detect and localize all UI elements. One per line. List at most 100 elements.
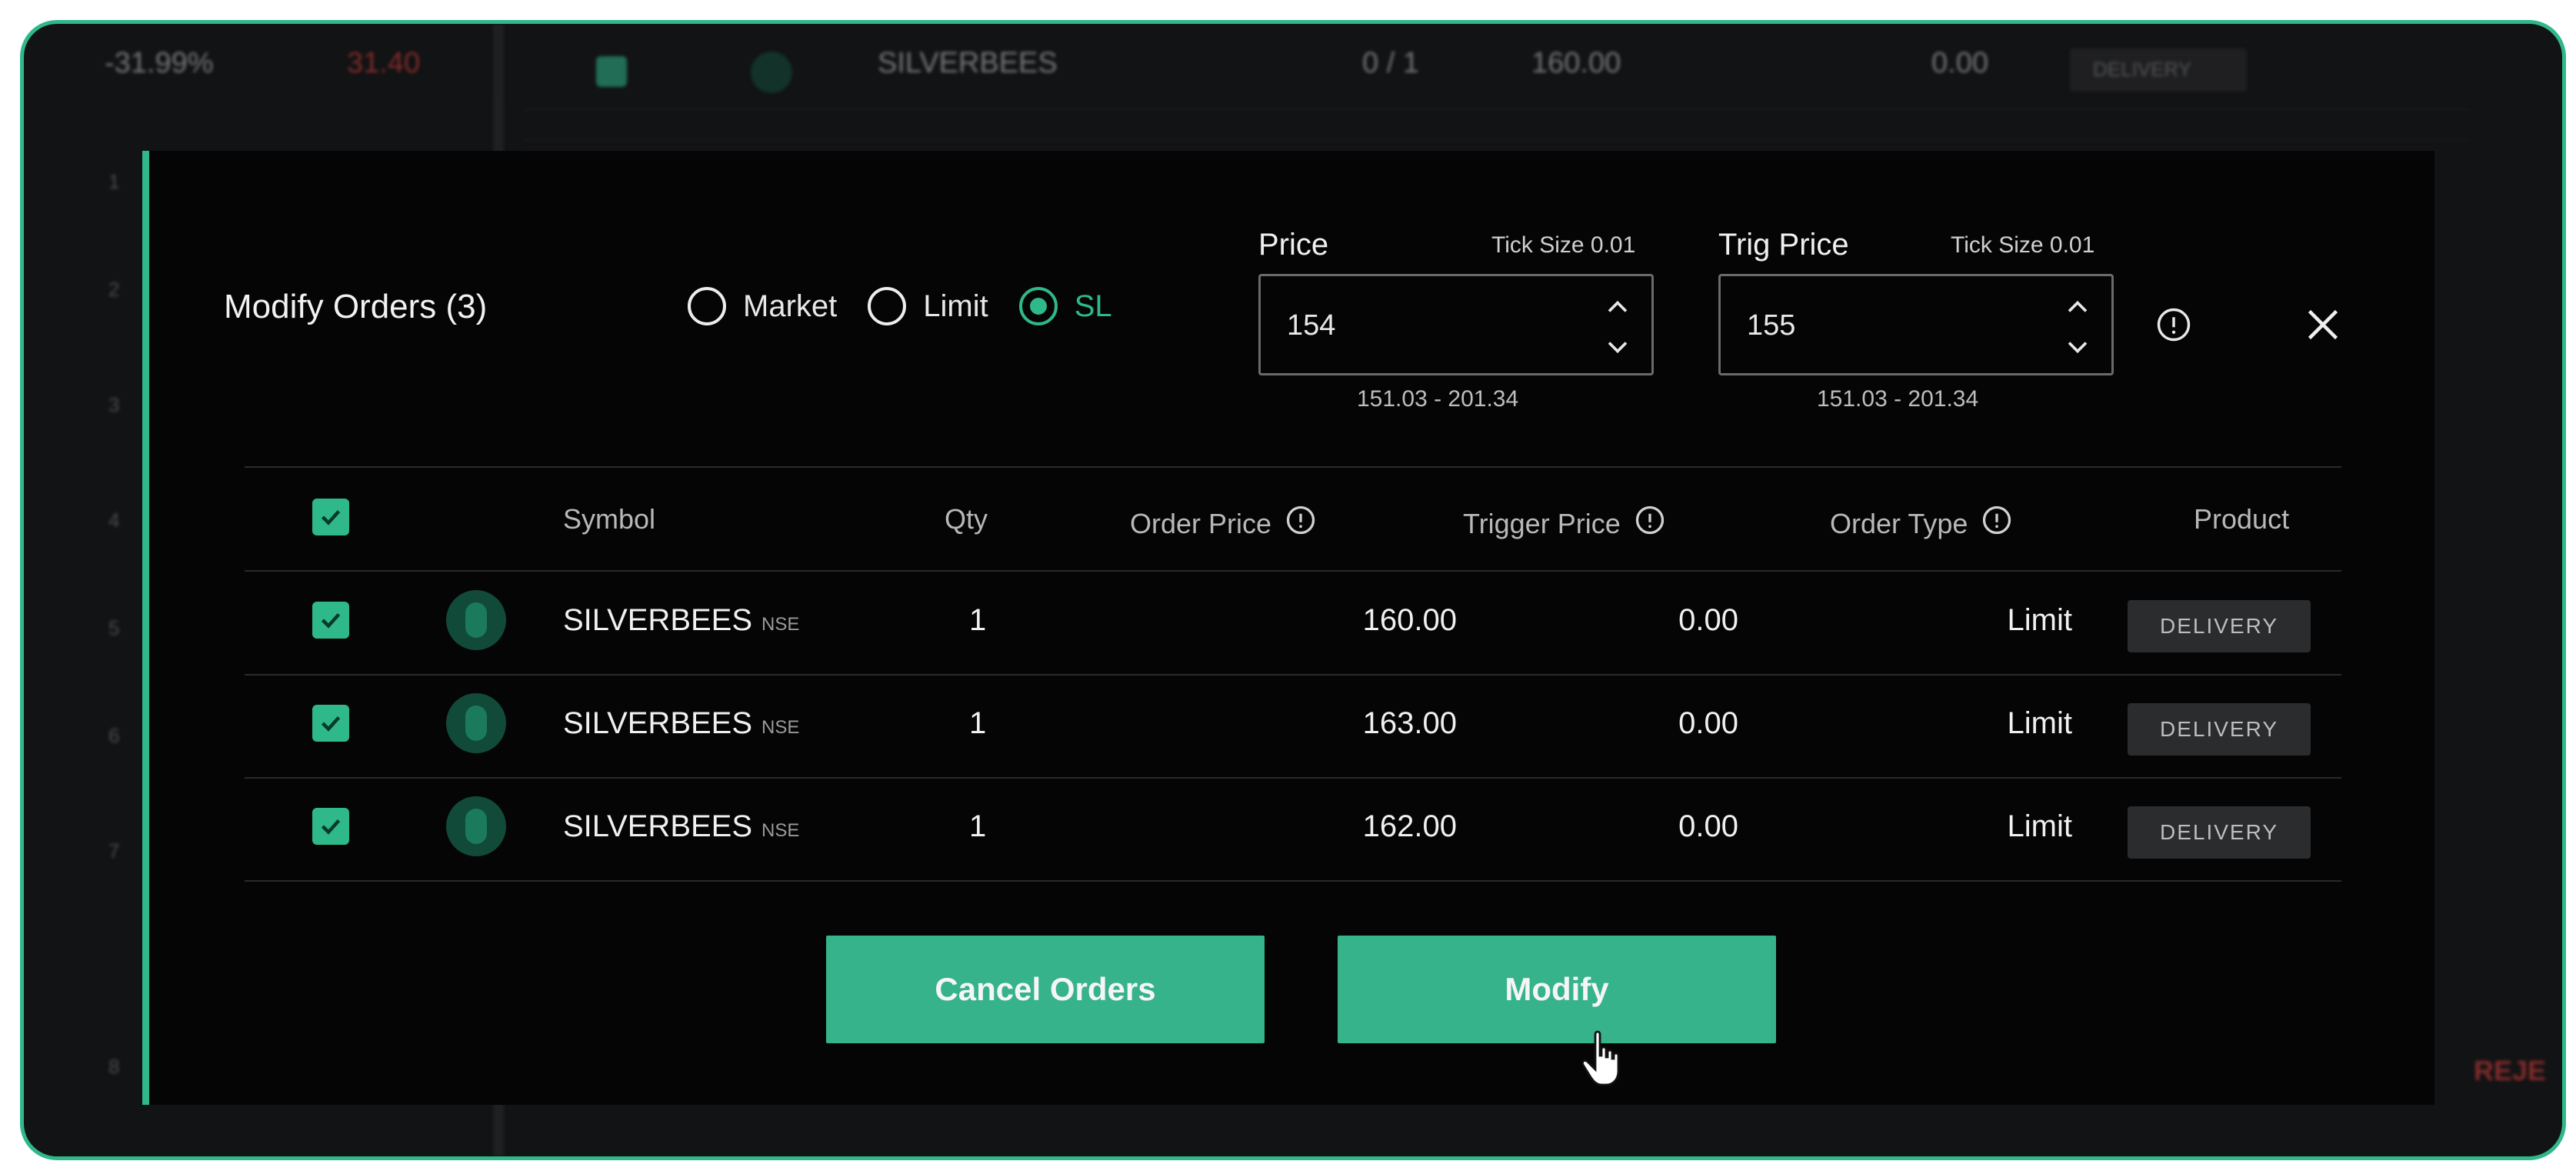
table-row-divider (245, 674, 2341, 676)
background-row: -31.99% 31.40 SILVERBEES 0 / 1 160.00 0.… (24, 41, 2562, 93)
modify-orders-modal: Modify Orders (3) Market Limit SL Price … (142, 151, 2434, 1105)
header-order-type-label: Order Type (1830, 507, 1968, 539)
background-tick: 6 (108, 724, 120, 747)
row-symbol: SILVERBEES NSE (563, 603, 799, 638)
price-label: Price (1258, 228, 1329, 262)
info-icon[interactable] (1980, 503, 2014, 544)
radio-market-label[interactable]: Market (743, 289, 837, 324)
cancel-orders-button[interactable]: Cancel Orders (826, 936, 1265, 1043)
radio-limit-label[interactable]: Limit (923, 289, 988, 324)
radio-sl-label[interactable]: SL (1075, 289, 1112, 324)
order-type-radio-group: Market Limit SL (688, 283, 1143, 329)
row-trigger-price: 0.00 (1678, 603, 1738, 637)
exchange-badge-icon (446, 590, 506, 650)
price-input[interactable] (1287, 304, 1564, 347)
modal-title: Modify Orders (3) (224, 288, 488, 325)
price-input-box (1258, 274, 1654, 375)
row-checkbox[interactable] (312, 602, 349, 639)
table-top-divider (245, 466, 2341, 468)
close-icon[interactable] (2300, 302, 2346, 348)
row-symbol: SILVERBEES NSE (563, 809, 799, 844)
row-product-button[interactable]: DELIVERY (2128, 806, 2311, 859)
background-tick: 3 (108, 393, 120, 416)
modify-button[interactable]: Modify (1338, 936, 1776, 1043)
background-tick: 5 (108, 616, 120, 639)
background-checkbox (596, 56, 627, 87)
row-order-price: 163.00 (1362, 706, 1457, 740)
background-symbol: SILVERBEES (878, 47, 1058, 79)
app-frame: -31.99% 31.40 SILVERBEES 0 / 1 160.00 0.… (20, 20, 2566, 1160)
background-status-text: REJE (2474, 1055, 2547, 1086)
exchange-badge-icon (446, 693, 506, 753)
radio-market[interactable] (688, 287, 726, 325)
header-trigger-price-label: Trigger Price (1463, 507, 1621, 539)
header-order-price: Order Price (1130, 503, 1318, 544)
row-trigger-price: 0.00 (1678, 706, 1738, 740)
row-symbol-name: SILVERBEES (563, 809, 753, 843)
price-tick-hint: Tick Size 0.01 (1491, 232, 1636, 258)
exchange-badge-icon (446, 796, 506, 856)
row-checkbox[interactable] (312, 705, 349, 742)
row-symbol-name: SILVERBEES (563, 603, 753, 637)
background-qty: 0 / 1 (1362, 47, 1419, 79)
background-tick: 4 (108, 509, 120, 532)
radio-limit[interactable] (868, 287, 907, 325)
header-order-price-label: Order Price (1130, 507, 1272, 539)
background-row-divider (524, 139, 2470, 141)
background-red-value: 31.40 (347, 47, 421, 79)
header-product: Product (2194, 503, 2290, 535)
trig-price-input[interactable] (1747, 304, 2024, 347)
row-order-type: Limit (2007, 603, 2072, 637)
row-trigger-price: 0.00 (1678, 809, 1738, 843)
price-range: 151.03 - 201.34 (1357, 386, 1519, 412)
background-tick: 1 (108, 170, 120, 193)
header-symbol: Symbol (563, 503, 656, 535)
row-symbol-exchange: NSE (761, 614, 800, 635)
trig-price-range: 151.03 - 201.34 (1817, 386, 1979, 412)
background-trigger: 0.00 (1931, 47, 1988, 79)
background-exchange-badge (751, 52, 792, 93)
background-tick: 7 (108, 839, 120, 862)
hand-cursor-icon (1578, 1028, 1628, 1089)
row-symbol-name: SILVERBEES (563, 706, 753, 740)
select-all-checkbox[interactable] (312, 499, 349, 535)
trig-price-input-box (1718, 274, 2114, 375)
info-icon[interactable] (1633, 503, 1667, 544)
chevron-up-icon[interactable] (1601, 290, 1635, 324)
row-symbol: SILVERBEES NSE (563, 706, 799, 741)
trig-price-label: Trig Price (1718, 228, 1849, 262)
row-order-price: 162.00 (1362, 809, 1457, 843)
chevron-down-icon[interactable] (2061, 330, 2094, 364)
header-order-type: Order Type (1830, 503, 2014, 544)
header-trigger-price: Trigger Price (1463, 503, 1667, 544)
row-order-type: Limit (2007, 706, 2072, 740)
row-product-button[interactable]: DELIVERY (2128, 600, 2311, 652)
row-symbol-exchange: NSE (761, 820, 800, 841)
info-icon[interactable] (1284, 503, 1318, 544)
chevron-down-icon[interactable] (1601, 330, 1635, 364)
row-qty: 1 (969, 603, 987, 637)
price-stepper (1601, 290, 1635, 364)
info-icon[interactable] (2154, 305, 2194, 345)
row-order-type: Limit (2007, 809, 2072, 843)
background-tick: 8 (108, 1055, 120, 1078)
table-row-divider (245, 777, 2341, 779)
background-price: 160.00 (1531, 47, 1621, 79)
row-symbol-exchange: NSE (761, 717, 800, 738)
trig-price-tick-hint: Tick Size 0.01 (1951, 232, 2095, 258)
table-bottom-divider (245, 880, 2341, 882)
row-checkbox[interactable] (312, 808, 349, 845)
radio-sl[interactable] (1018, 287, 1058, 325)
header-qty: Qty (945, 503, 988, 535)
row-qty: 1 (969, 809, 987, 843)
background-product-label: DELIVERY (2093, 58, 2192, 81)
row-qty: 1 (969, 706, 987, 740)
row-order-price: 160.00 (1362, 603, 1457, 637)
table-header-divider (245, 570, 2341, 572)
background-tick: 2 (108, 278, 120, 301)
trig-price-stepper (2061, 290, 2094, 364)
chevron-up-icon[interactable] (2061, 290, 2094, 324)
background-change-percent: -31.99% (105, 47, 214, 79)
background-row-divider (524, 108, 2470, 110)
row-product-button[interactable]: DELIVERY (2128, 703, 2311, 756)
